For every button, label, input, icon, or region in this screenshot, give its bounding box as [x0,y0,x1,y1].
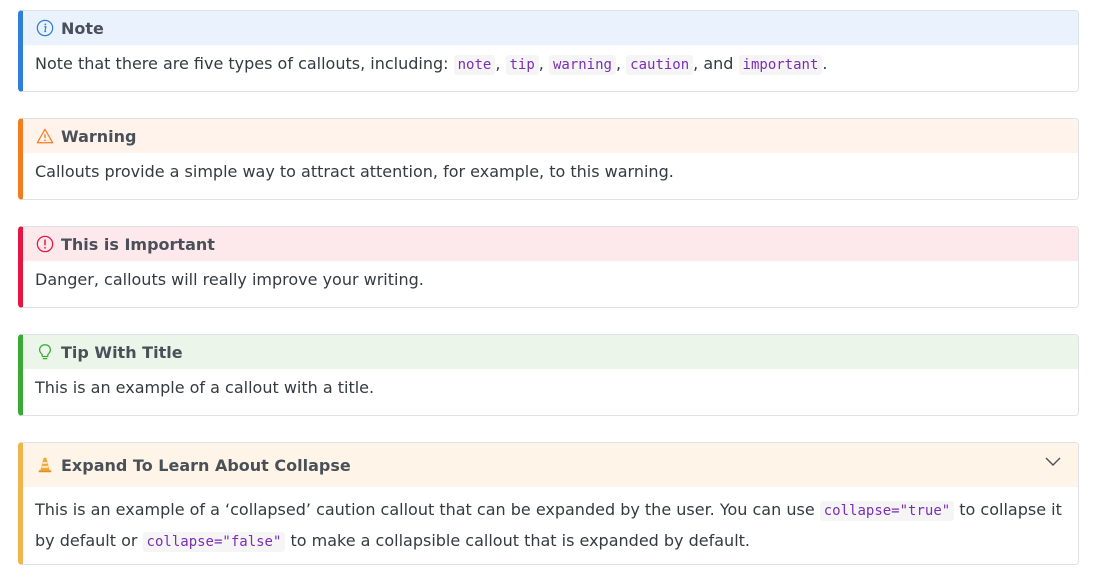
callout-caution-title: Expand To Learn About Collapse [61,455,351,475]
callout-note-header: Note [23,11,1078,45]
code-note: note [453,55,496,75]
callout-caution: Expand To Learn About Collapse This is a… [18,442,1079,565]
callout-tip-header: Tip With Title [23,335,1078,369]
callout-warning-body: Callouts provide a simple way to attract… [35,162,674,181]
callout-note-title: Note [61,18,104,38]
code-warning: warning [548,55,616,75]
lightbulb-icon [35,342,55,362]
code-important: important [738,55,823,75]
callout-important: This is Important Danger, callouts will … [18,226,1079,308]
callout-important-title: This is Important [61,234,215,254]
code-collapse-true: collapse="true" [819,501,955,521]
callout-tip-body: This is an example of a callout with a t… [35,378,375,397]
callout-warning-title: Warning [61,126,137,146]
code-caution: caution [626,55,694,75]
separator: , [615,54,627,73]
callout-tip-title: Tip With Title [61,342,183,362]
callout-caution-body: This is an example of a ‘collapsed’ caut… [23,487,1078,557]
callout-important-body: Danger, callouts will really improve you… [35,270,424,289]
exclamation-circle-icon [35,234,55,254]
code-tip: tip [505,55,539,75]
warning-triangle-icon [35,126,55,146]
separator: , [495,54,506,73]
callout-note-body: Note that there are five types of callou… [23,45,1078,80]
callout-important-header: This is Important [23,227,1078,261]
code-collapse-false: collapse="false" [142,532,286,552]
callout-note: Note Note that there are five types of c… [18,10,1079,92]
traffic-cone-icon [35,455,55,475]
separator-and: , and [693,54,739,73]
caution-text-3: to make a collapsible callout that is ex… [285,531,750,550]
period: . [822,54,828,73]
callout-warning-header: Warning [23,119,1078,153]
callout-caution-header[interactable]: Expand To Learn About Collapse [23,443,1078,487]
separator: , [538,54,549,73]
info-circle-icon [35,18,55,38]
callout-tip: Tip With Title This is an example of a c… [18,334,1079,416]
caution-text-1: This is an example of a ‘collapsed’ caut… [35,500,820,519]
callout-warning: Warning Callouts provide a simple way to… [18,118,1079,200]
chevron-down-icon[interactable] [1044,455,1062,467]
note-text: Note that there are five types of callou… [35,54,454,73]
